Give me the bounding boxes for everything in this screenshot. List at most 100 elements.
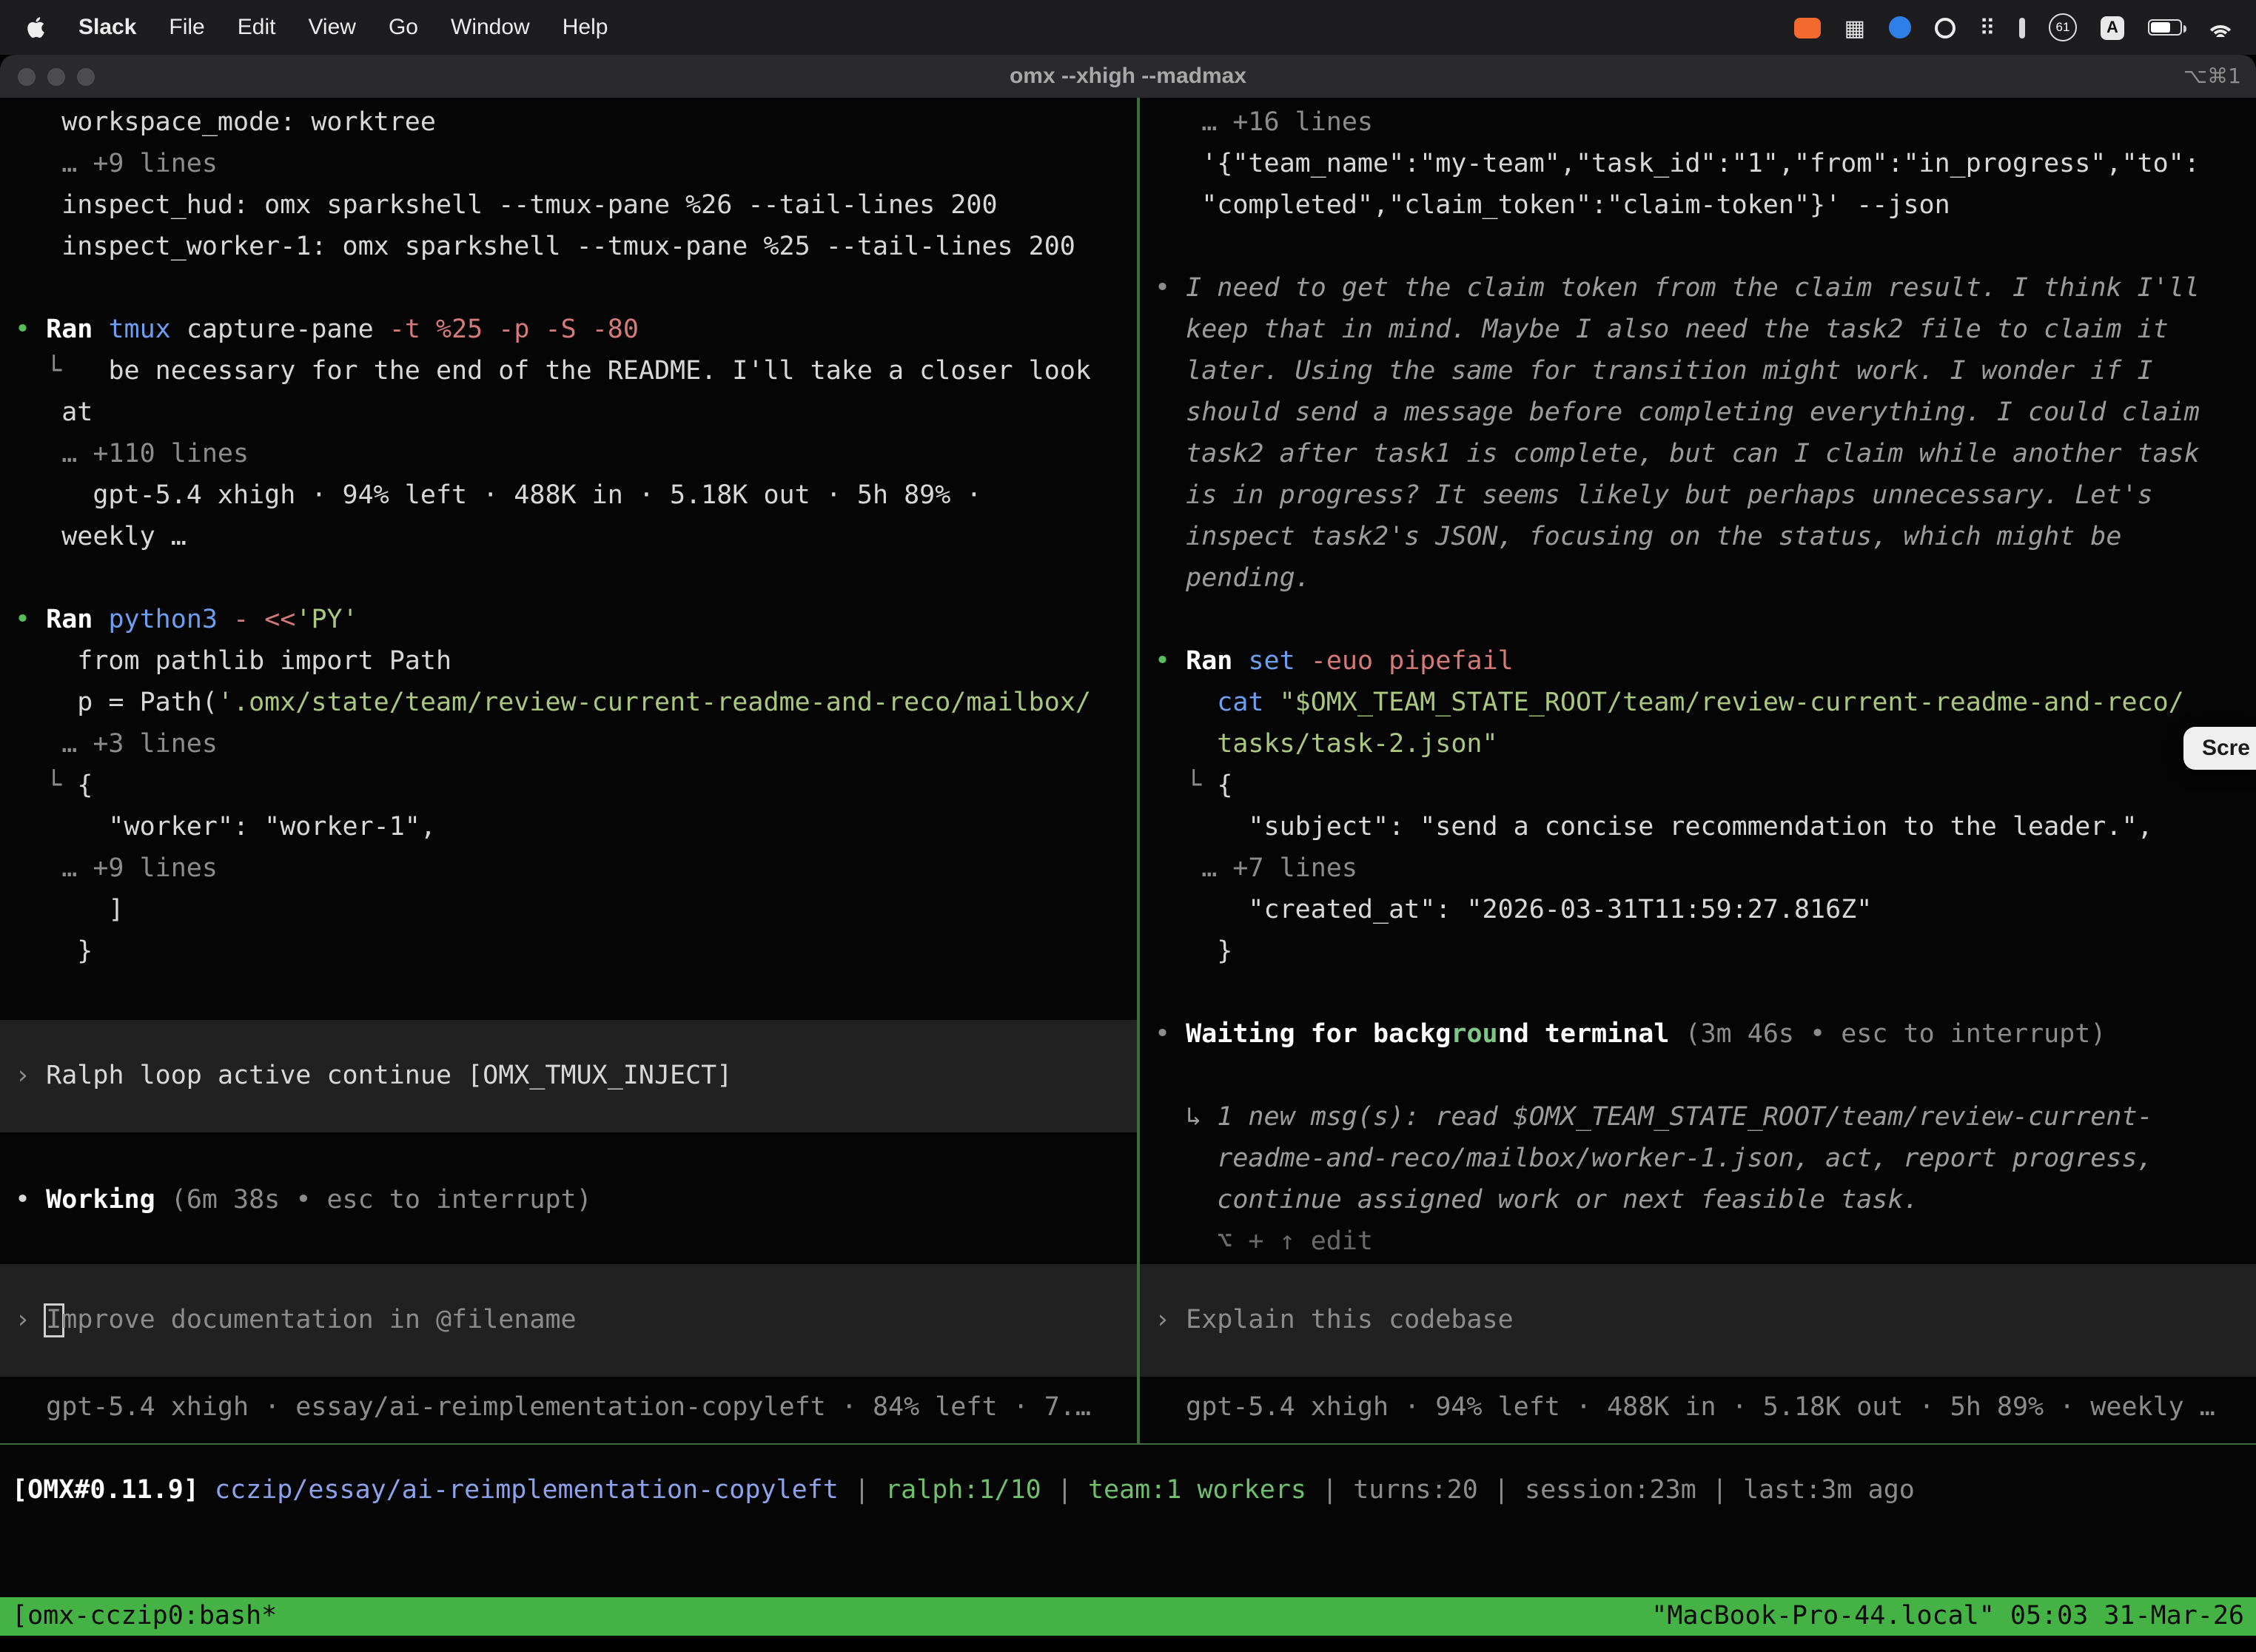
zoom-button[interactable] [77,67,95,85]
text-segment: -euo pipefail [1311,647,1514,676]
terminal-line: gpt-5.4 xhigh · 94% left · 488K in · 5.1… [1140,1387,2256,1428]
terminal-line: └ { [0,765,1137,807]
text-segment: capture-pane [187,315,389,345]
menu-help[interactable]: Help [563,15,608,40]
terminal-content: workspace_mode: worktree … +9 lines insp… [0,98,2256,1445]
text-segment: └ [1155,771,1217,801]
text-segment: { [77,771,93,801]
text-segment: '.omx/state/team/review-current-readme-a… [218,688,1091,718]
spacer [0,558,1137,600]
terminal-line: gpt-5.4 xhigh · 94% left · 488K in · 5.1… [0,475,1137,517]
terminal-line: continue assigned work or next feasible … [1140,1180,2256,1221]
slim-app-icon[interactable] [2019,17,2025,38]
text-segment: • [1155,274,1186,303]
text-segment: '{"team_name":"my-team","task_id":"1","f… [1155,150,2200,179]
text-segment: task2 after task1 is complete, but can I… [1155,440,2200,469]
screen-share-popover[interactable]: Scre [2184,727,2256,770]
apple-menu[interactable] [24,15,46,40]
text-segment: "$OMX_TEAM_STATE_ROOT/team/review-curren… [1280,688,2184,718]
menu-go[interactable]: Go [389,15,418,40]
terminal-line: '{"team_name":"my-team","task_id":"1","f… [1140,144,2256,185]
text-segment: at [15,398,93,428]
text-segment: … +3 lines [15,730,218,759]
terminal-line: weekly … [0,517,1137,558]
terminal-line: tasks/task-2.json" [1140,724,2256,765]
text-segment: (6m 38s • esc to interrupt) [171,1186,592,1215]
text-segment: Ran [1186,647,1248,676]
text-segment: | [1041,1476,1088,1505]
terminal-line: task2 after task1 is complete, but can I… [1140,434,2256,475]
wifi-icon[interactable] [2206,19,2235,36]
menu-edit[interactable]: Edit [238,15,276,40]
terminal-line: inspect task2's JSON, focusing on the st… [1140,517,2256,558]
dots-grid-icon[interactable]: ⠿ [1979,14,1995,41]
terminal-line: "completed","claim_token":"claim-token"}… [1140,185,2256,226]
text-segment: I need to get the claim token from the c… [1186,274,2200,303]
text-segment: … +7 lines [1155,854,1357,884]
text-segment: › [15,1061,46,1091]
battery-gauge-icon[interactable]: 61 [2049,13,2077,41]
text-segment: … +16 lines [1155,108,1373,138]
circle-app-icon[interactable] [1935,17,1955,38]
terminal-line: … +110 lines [0,434,1137,475]
text-segment: • [15,1186,46,1215]
terminal-line: • Waiting for background terminal (3m 46… [1140,1014,2256,1055]
composer-band[interactable]: › Ralph loop active continue [OMX_TMUX_I… [0,1020,1137,1132]
text-segment: weekly … [15,523,187,552]
text-segment: Working [46,1186,171,1215]
text-segment: tasks/task-2.json" [1155,730,1498,759]
grid-app-icon[interactable]: ▦ [1844,14,1865,41]
spacer [0,268,1137,309]
screen-recording-indicator-icon[interactable] [1794,17,1821,38]
terminal-line: › Ralph loop active continue [OMX_TMUX_I… [0,1055,1137,1097]
terminal-line: › Improve documentation in @filename [0,1300,1137,1341]
spacer [0,1377,1137,1387]
menu-window[interactable]: Window [451,15,530,40]
apple-icon [24,15,46,40]
text-segment: (3m 46s • esc to interrupt) [1685,1020,2106,1050]
text-segment: ⌥ + ↑ edit [1155,1227,1373,1257]
terminal-line: workspace_mode: worktree [0,102,1137,144]
minimize-button[interactable] [47,67,65,85]
text-segment: } [1155,937,1232,967]
close-button[interactable] [18,67,36,85]
terminal-line: • Ran python3 - <<'PY' [0,600,1137,641]
menu-file[interactable]: File [169,15,204,40]
text-segment: … +9 lines [15,854,218,884]
composer-band[interactable]: › Improve documentation in @filename [0,1264,1137,1377]
terminal-window: omx --xhigh --madmax ⌥⌘1 workspace_mode:… [0,55,2256,1652]
text-segment: └ [15,357,108,386]
text-segment: } [15,937,93,967]
terminal-line: later. Using the same for transition mig… [1140,351,2256,392]
text-segment: continue assigned work or next feasible … [1155,1186,1919,1215]
battery-icon[interactable] [2148,19,2182,36]
terminal-line: at [0,392,1137,434]
terminal-line: should send a message before completing … [1140,392,2256,434]
bottom-strip [0,1636,2256,1652]
text-segment: | [1696,1476,1743,1505]
text-segment: mprove documentation in @filename [61,1306,576,1335]
text-segment: Ran [46,315,108,345]
spacer [1140,1055,2256,1097]
text-segment: - << [233,605,295,635]
terminal-line: … +7 lines [1140,848,2256,890]
text-segment: | [839,1476,885,1505]
app-menu-slack[interactable]: Slack [78,15,136,40]
terminal-line: "subject": "send a concise recommendatio… [1140,807,2256,848]
terminal-pane-right[interactable]: … +16 lines '{"team_name":"my-team","tas… [1140,98,2256,1443]
terminal-line: … +3 lines [0,724,1137,765]
composer-band[interactable]: › Explain this codebase [1140,1264,2256,1377]
traffic-lights [0,67,95,85]
input-source-icon[interactable]: A [2101,16,2124,39]
window-title-bar[interactable]: omx --xhigh --madmax ⌥⌘1 [0,55,2256,98]
text-segment: • [1155,647,1186,676]
blue-app-icon[interactable] [1889,16,1911,38]
terminal-pane-left[interactable]: workspace_mode: worktree … +9 lines insp… [0,98,1137,1443]
text-segment: gpt-5.4 xhigh · 94% left · 488K in · 5.1… [15,481,981,511]
menu-view[interactable]: View [308,15,356,40]
terminal-line: ] [0,890,1137,931]
text-segment: -t %25 -p -S -80 [389,315,639,345]
terminal-line: "worker": "worker-1", [0,807,1137,848]
text-segment: keep that in mind. Maybe I also need the… [1155,315,2169,345]
text-segment: { [1217,771,1232,801]
